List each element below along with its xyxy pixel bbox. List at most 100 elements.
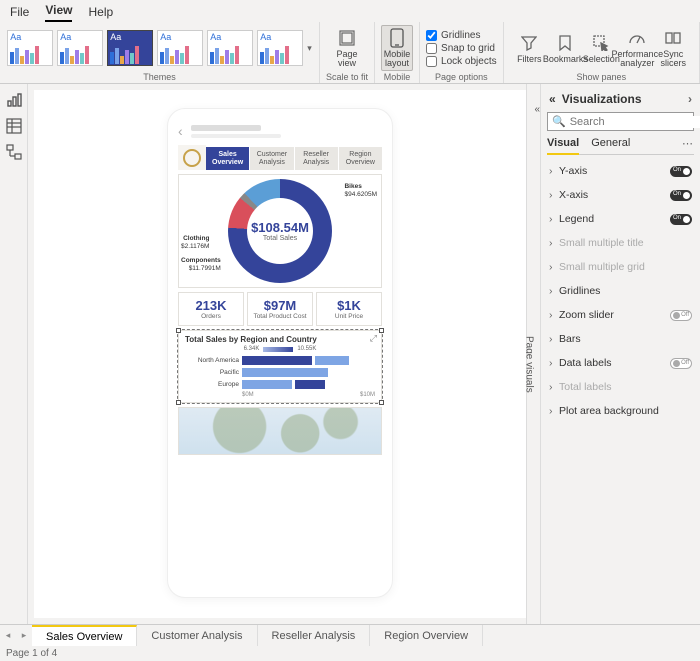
- viz-option: ›Total labels: [547, 375, 694, 399]
- viz-option[interactable]: ›Gridlines: [547, 279, 694, 303]
- viz-tab-visual[interactable]: Visual: [547, 137, 579, 155]
- toggle[interactable]: On: [670, 190, 692, 201]
- theme-swatch[interactable]: Aa: [57, 30, 103, 66]
- filter-icon: [519, 33, 539, 53]
- map-visual[interactable]: [178, 407, 382, 455]
- stat-unit-price[interactable]: $1KUnit Price: [316, 292, 382, 326]
- viz-option[interactable]: ›Y-axisOn: [547, 159, 694, 183]
- gauge-icon: [627, 28, 647, 48]
- ribbon-group-label: Scale to fit: [326, 72, 368, 83]
- viz-search[interactable]: 🔍: [547, 112, 694, 131]
- stat-product-cost[interactable]: $97MTotal Product Cost: [247, 292, 313, 326]
- toggle[interactable]: On: [670, 214, 692, 225]
- page-view-icon: [337, 28, 357, 48]
- tab-customer-analysis[interactable]: Customer Analysis: [250, 147, 293, 170]
- bookmark-icon: [555, 33, 575, 53]
- viz-more-icon[interactable]: ⋯: [682, 137, 694, 150]
- search-icon: 🔍: [552, 115, 566, 128]
- total-sales-label: Total Sales: [263, 235, 297, 242]
- mobile-canvas[interactable]: ‹ Sales Overview Customer Analysis Resel…: [34, 90, 526, 618]
- data-view-icon[interactable]: [6, 118, 22, 134]
- filters-button[interactable]: Filters: [513, 31, 545, 66]
- viz-option: ›Small multiple title: [547, 231, 694, 255]
- tab-region-overview[interactable]: Region Overview: [339, 147, 382, 170]
- bar-chart-axis: $0M$10M: [185, 392, 375, 398]
- report-view-icon[interactable]: [6, 92, 22, 108]
- pane-title: Visualizations: [562, 92, 642, 106]
- phone-back-icon[interactable]: ‹: [178, 123, 183, 139]
- theme-swatch[interactable]: Aa: [157, 30, 203, 66]
- page-visuals-side-tab[interactable]: « Page visuals: [526, 84, 540, 624]
- bar-chart-title: Total Sales by Region and Country: [185, 335, 375, 344]
- page-view-button[interactable]: Page view: [331, 26, 363, 70]
- viz-option[interactable]: ›Bars: [547, 327, 694, 351]
- callout-clothing: Clothing$2.1176M: [181, 235, 209, 249]
- viz-option[interactable]: ›X-axisOn: [547, 183, 694, 207]
- page-tab[interactable]: Reseller Analysis: [258, 625, 371, 646]
- viz-option[interactable]: ›Data labelsOff: [547, 351, 694, 375]
- ribbon-group-label: Mobile: [384, 72, 411, 83]
- bar-row: North America: [185, 356, 375, 365]
- tab-reseller-analysis[interactable]: Reseller Analysis: [295, 147, 338, 170]
- model-view-icon[interactable]: [6, 144, 22, 160]
- theme-swatch[interactable]: Aa: [257, 30, 303, 66]
- snap-to-grid-checkbox[interactable]: Snap to grid: [426, 43, 497, 54]
- menu-view[interactable]: View: [45, 3, 72, 22]
- status-bar: Page 1 of 4: [0, 646, 700, 661]
- page-tab[interactable]: Customer Analysis: [137, 625, 257, 646]
- theme-swatch[interactable]: Aa: [7, 30, 53, 66]
- sync-slicers-button[interactable]: Sync slicers: [657, 26, 689, 70]
- theme-swatch[interactable]: Aa: [207, 30, 253, 66]
- phone-frame: ‹ Sales Overview Customer Analysis Resel…: [167, 108, 393, 598]
- stat-orders[interactable]: 213KOrders: [178, 292, 244, 326]
- ribbon: Aa Aa Aa Aa Aa Aa ▾ Themes Page view Sca…: [0, 22, 700, 84]
- sync-icon: [663, 28, 683, 48]
- bookmarks-button[interactable]: Bookmarks: [549, 31, 581, 66]
- focus-mode-icon[interactable]: ⤢: [370, 333, 377, 344]
- performance-analyzer-button[interactable]: Performance analyzer: [621, 26, 653, 70]
- page-options-checks: Gridlines Snap to grid Lock objects: [426, 28, 497, 69]
- bar-row: Europe: [185, 380, 375, 389]
- bar-row: Pacific: [185, 368, 375, 377]
- mobile-layout-button[interactable]: Mobile layout: [381, 25, 413, 71]
- viz-option[interactable]: ›Plot area background: [547, 399, 694, 423]
- page-tab[interactable]: Sales Overview: [32, 625, 137, 646]
- ribbon-group-label: Themes: [143, 72, 176, 83]
- menu-file[interactable]: File: [10, 5, 29, 22]
- toggle[interactable]: Off: [670, 310, 692, 321]
- main-area: ‹ Sales Overview Customer Analysis Resel…: [0, 84, 700, 624]
- menu-bar: File View Help: [0, 0, 700, 22]
- donut-chart-visual[interactable]: $108.54M Total Sales Bikes$94.6205M Clot…: [178, 174, 382, 288]
- toggle[interactable]: Off: [670, 358, 692, 369]
- stat-cards-row: 213KOrders $97MTotal Product Cost $1KUni…: [178, 292, 382, 326]
- callout-bikes: Bikes$94.6205M: [344, 183, 377, 197]
- gridlines-checkbox[interactable]: Gridlines: [426, 30, 497, 41]
- bar-chart-visual[interactable]: ⤢ Total Sales by Region and Country 6.34…: [178, 330, 382, 403]
- selection-icon: [591, 33, 611, 53]
- visualizations-pane: « Visualizations › 🔍 Visual General ⋯ ›Y…: [540, 84, 700, 624]
- report-logo-icon: [183, 149, 201, 167]
- viz-tab-general[interactable]: General: [591, 137, 630, 150]
- toggle[interactable]: On: [670, 166, 692, 177]
- theme-swatch-selected[interactable]: Aa: [107, 30, 153, 66]
- donut-chart: $108.54M Total Sales: [228, 179, 332, 283]
- mobile-icon: [387, 28, 407, 48]
- total-sales-value: $108.54M: [251, 220, 309, 235]
- ribbon-group-label: Page options: [435, 72, 488, 83]
- themes-dropdown-icon[interactable]: ▾: [307, 43, 312, 54]
- expand-pane-icon[interactable]: ›: [688, 92, 692, 106]
- page-tab[interactable]: Region Overview: [370, 625, 483, 646]
- lock-objects-checkbox[interactable]: Lock objects: [426, 56, 497, 67]
- bar-chart-legend: 6.34K10.55K: [185, 346, 375, 352]
- left-view-rail: [0, 84, 28, 624]
- viz-search-input[interactable]: [570, 116, 700, 128]
- menu-help[interactable]: Help: [88, 5, 113, 22]
- callout-components: Components$11.7991M: [181, 257, 221, 271]
- collapse-pane-icon[interactable]: «: [549, 92, 556, 106]
- page-tabs-bar: ◂ ▸ Sales Overview Customer Analysis Res…: [0, 624, 700, 646]
- tab-sales-overview[interactable]: Sales Overview: [206, 147, 249, 170]
- page-next-icon[interactable]: ▸: [16, 625, 32, 646]
- viz-option[interactable]: ›LegendOn: [547, 207, 694, 231]
- viz-option[interactable]: ›Zoom sliderOff: [547, 303, 694, 327]
- page-prev-icon[interactable]: ◂: [0, 625, 16, 646]
